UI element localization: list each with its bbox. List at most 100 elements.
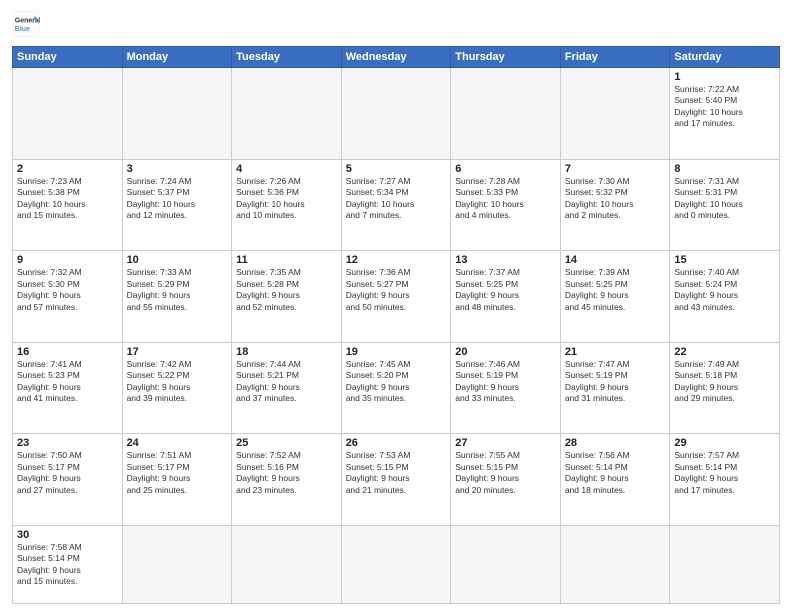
day-info: Sunrise: 7:44 AM Sunset: 5:21 PM Dayligh… (236, 359, 337, 405)
day-info: Sunrise: 7:28 AM Sunset: 5:33 PM Dayligh… (455, 176, 556, 222)
weekday-header-row: SundayMondayTuesdayWednesdayThursdayFrid… (13, 47, 780, 68)
day-number: 25 (236, 437, 337, 449)
calendar-cell: 10Sunrise: 7:33 AM Sunset: 5:29 PM Dayli… (122, 251, 232, 343)
calendar-cell: 13Sunrise: 7:37 AM Sunset: 5:25 PM Dayli… (451, 251, 561, 343)
page-container: General Blue SundayMondayTuesdayWednesda… (0, 0, 792, 612)
calendar-cell (232, 68, 342, 160)
day-number: 4 (236, 163, 337, 175)
day-info: Sunrise: 7:23 AM Sunset: 5:38 PM Dayligh… (17, 176, 118, 222)
day-info: Sunrise: 7:22 AM Sunset: 5:40 PM Dayligh… (674, 84, 775, 130)
calendar-cell (122, 525, 232, 603)
day-info: Sunrise: 7:50 AM Sunset: 5:17 PM Dayligh… (17, 450, 118, 496)
day-number: 22 (674, 346, 775, 358)
day-number: 24 (127, 437, 228, 449)
day-info: Sunrise: 7:55 AM Sunset: 5:15 PM Dayligh… (455, 450, 556, 496)
day-number: 5 (346, 163, 447, 175)
calendar-cell: 11Sunrise: 7:35 AM Sunset: 5:28 PM Dayli… (232, 251, 342, 343)
weekday-header-sunday: Sunday (13, 47, 123, 68)
calendar-table: SundayMondayTuesdayWednesdayThursdayFrid… (12, 46, 780, 604)
day-number: 12 (346, 254, 447, 266)
day-info: Sunrise: 7:46 AM Sunset: 5:19 PM Dayligh… (455, 359, 556, 405)
calendar-cell (341, 68, 451, 160)
day-number: 14 (565, 254, 666, 266)
calendar-cell: 3Sunrise: 7:24 AM Sunset: 5:37 PM Daylig… (122, 159, 232, 251)
calendar-cell: 30Sunrise: 7:58 AM Sunset: 5:14 PM Dayli… (13, 525, 123, 603)
day-number: 15 (674, 254, 775, 266)
day-info: Sunrise: 7:37 AM Sunset: 5:25 PM Dayligh… (455, 267, 556, 313)
calendar-cell: 27Sunrise: 7:55 AM Sunset: 5:15 PM Dayli… (451, 434, 561, 526)
calendar-cell: 18Sunrise: 7:44 AM Sunset: 5:21 PM Dayli… (232, 342, 342, 434)
weekday-header-monday: Monday (122, 47, 232, 68)
week-row-2: 2Sunrise: 7:23 AM Sunset: 5:38 PM Daylig… (13, 159, 780, 251)
day-info: Sunrise: 7:39 AM Sunset: 5:25 PM Dayligh… (565, 267, 666, 313)
calendar-cell (122, 68, 232, 160)
calendar-cell: 28Sunrise: 7:56 AM Sunset: 5:14 PM Dayli… (560, 434, 670, 526)
calendar-cell: 23Sunrise: 7:50 AM Sunset: 5:17 PM Dayli… (13, 434, 123, 526)
day-number: 11 (236, 254, 337, 266)
calendar-cell (451, 68, 561, 160)
weekday-header-friday: Friday (560, 47, 670, 68)
calendar-cell (451, 525, 561, 603)
logo-icon: General Blue (12, 10, 40, 38)
weekday-header-saturday: Saturday (670, 47, 780, 68)
weekday-header-wednesday: Wednesday (341, 47, 451, 68)
day-number: 23 (17, 437, 118, 449)
calendar-cell: 29Sunrise: 7:57 AM Sunset: 5:14 PM Dayli… (670, 434, 780, 526)
calendar-cell: 14Sunrise: 7:39 AM Sunset: 5:25 PM Dayli… (560, 251, 670, 343)
day-number: 27 (455, 437, 556, 449)
day-number: 21 (565, 346, 666, 358)
day-info: Sunrise: 7:58 AM Sunset: 5:14 PM Dayligh… (17, 542, 118, 588)
day-info: Sunrise: 7:32 AM Sunset: 5:30 PM Dayligh… (17, 267, 118, 313)
header: General Blue (12, 10, 780, 38)
calendar-cell: 26Sunrise: 7:53 AM Sunset: 5:15 PM Dayli… (341, 434, 451, 526)
calendar-cell: 19Sunrise: 7:45 AM Sunset: 5:20 PM Dayli… (341, 342, 451, 434)
day-number: 1 (674, 71, 775, 83)
day-number: 10 (127, 254, 228, 266)
week-row-5: 23Sunrise: 7:50 AM Sunset: 5:17 PM Dayli… (13, 434, 780, 526)
day-info: Sunrise: 7:41 AM Sunset: 5:23 PM Dayligh… (17, 359, 118, 405)
day-number: 13 (455, 254, 556, 266)
day-number: 9 (17, 254, 118, 266)
day-info: Sunrise: 7:45 AM Sunset: 5:20 PM Dayligh… (346, 359, 447, 405)
day-info: Sunrise: 7:56 AM Sunset: 5:14 PM Dayligh… (565, 450, 666, 496)
week-row-6: 30Sunrise: 7:58 AM Sunset: 5:14 PM Dayli… (13, 525, 780, 603)
calendar-cell (670, 525, 780, 603)
day-info: Sunrise: 7:24 AM Sunset: 5:37 PM Dayligh… (127, 176, 228, 222)
calendar-cell (13, 68, 123, 160)
calendar-cell: 5Sunrise: 7:27 AM Sunset: 5:34 PM Daylig… (341, 159, 451, 251)
day-number: 26 (346, 437, 447, 449)
calendar-cell: 25Sunrise: 7:52 AM Sunset: 5:16 PM Dayli… (232, 434, 342, 526)
calendar-cell: 6Sunrise: 7:28 AM Sunset: 5:33 PM Daylig… (451, 159, 561, 251)
calendar-cell: 24Sunrise: 7:51 AM Sunset: 5:17 PM Dayli… (122, 434, 232, 526)
day-info: Sunrise: 7:57 AM Sunset: 5:14 PM Dayligh… (674, 450, 775, 496)
day-info: Sunrise: 7:51 AM Sunset: 5:17 PM Dayligh… (127, 450, 228, 496)
day-info: Sunrise: 7:40 AM Sunset: 5:24 PM Dayligh… (674, 267, 775, 313)
calendar-cell: 7Sunrise: 7:30 AM Sunset: 5:32 PM Daylig… (560, 159, 670, 251)
calendar-cell (232, 525, 342, 603)
calendar-cell: 15Sunrise: 7:40 AM Sunset: 5:24 PM Dayli… (670, 251, 780, 343)
day-info: Sunrise: 7:26 AM Sunset: 5:36 PM Dayligh… (236, 176, 337, 222)
calendar-cell: 2Sunrise: 7:23 AM Sunset: 5:38 PM Daylig… (13, 159, 123, 251)
day-info: Sunrise: 7:27 AM Sunset: 5:34 PM Dayligh… (346, 176, 447, 222)
calendar-cell: 1Sunrise: 7:22 AM Sunset: 5:40 PM Daylig… (670, 68, 780, 160)
calendar-cell: 20Sunrise: 7:46 AM Sunset: 5:19 PM Dayli… (451, 342, 561, 434)
day-info: Sunrise: 7:30 AM Sunset: 5:32 PM Dayligh… (565, 176, 666, 222)
week-row-3: 9Sunrise: 7:32 AM Sunset: 5:30 PM Daylig… (13, 251, 780, 343)
day-info: Sunrise: 7:36 AM Sunset: 5:27 PM Dayligh… (346, 267, 447, 313)
day-number: 6 (455, 163, 556, 175)
day-number: 8 (674, 163, 775, 175)
weekday-header-thursday: Thursday (451, 47, 561, 68)
day-info: Sunrise: 7:49 AM Sunset: 5:18 PM Dayligh… (674, 359, 775, 405)
calendar-cell: 12Sunrise: 7:36 AM Sunset: 5:27 PM Dayli… (341, 251, 451, 343)
week-row-4: 16Sunrise: 7:41 AM Sunset: 5:23 PM Dayli… (13, 342, 780, 434)
day-number: 30 (17, 529, 118, 541)
logo: General Blue (12, 10, 44, 38)
day-number: 20 (455, 346, 556, 358)
day-number: 19 (346, 346, 447, 358)
day-info: Sunrise: 7:33 AM Sunset: 5:29 PM Dayligh… (127, 267, 228, 313)
calendar-cell: 4Sunrise: 7:26 AM Sunset: 5:36 PM Daylig… (232, 159, 342, 251)
week-row-1: 1Sunrise: 7:22 AM Sunset: 5:40 PM Daylig… (13, 68, 780, 160)
day-info: Sunrise: 7:35 AM Sunset: 5:28 PM Dayligh… (236, 267, 337, 313)
calendar-cell (341, 525, 451, 603)
day-number: 18 (236, 346, 337, 358)
